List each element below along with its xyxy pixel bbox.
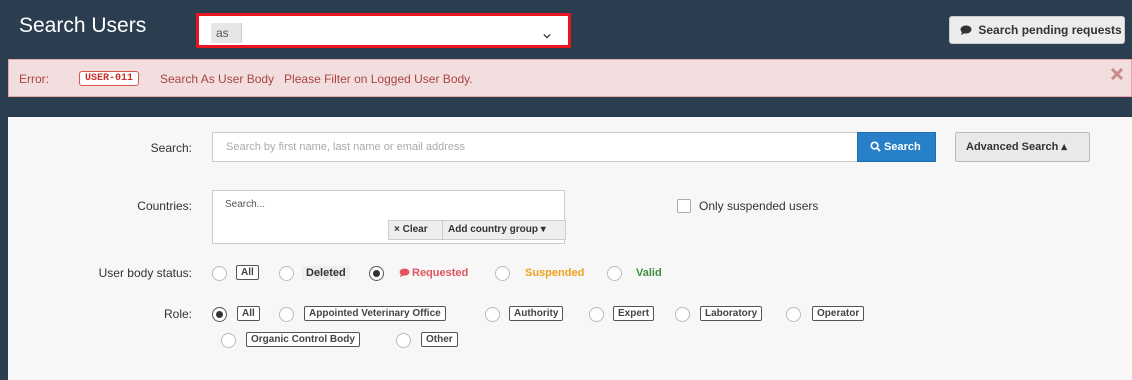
status-valid-tag[interactable]: Valid — [632, 266, 666, 280]
role-avo-radio[interactable] — [279, 307, 294, 322]
advanced-search-button[interactable]: Advanced Search ▴ — [955, 132, 1090, 162]
role-label: Role: — [163, 307, 192, 321]
role-ocb-tag[interactable]: Organic Control Body — [246, 332, 360, 347]
role-operator-tag[interactable]: Operator — [812, 306, 865, 321]
role-expert-tag[interactable]: Expert — [613, 306, 655, 321]
error-alert: Error: USER-011 Search As User Body Plea… — [8, 59, 1132, 97]
search-button-label: Search — [884, 141, 921, 153]
status-all-radio[interactable] — [212, 266, 227, 281]
close-icon[interactable] — [1110, 67, 1124, 81]
status-requested-label: Requested — [412, 267, 469, 279]
role-ocb-radio[interactable] — [221, 333, 236, 348]
role-operator-radio[interactable] — [786, 307, 801, 322]
alert-message: Search As User Body Please Filter on Log… — [160, 72, 473, 86]
role-other-radio[interactable] — [396, 333, 411, 348]
role-authority-radio[interactable] — [485, 307, 500, 322]
clear-countries-button[interactable]: × Clear — [388, 220, 449, 240]
as-prefix-label: as — [211, 23, 242, 43]
error-code-badge: USER-011 — [79, 71, 140, 86]
role-laboratory-radio[interactable] — [675, 307, 690, 322]
countries-label: Countries: — [137, 199, 192, 213]
role-expert-radio[interactable] — [589, 307, 604, 322]
status-requested-radio[interactable] — [369, 266, 384, 281]
chevron-down-icon — [543, 33, 551, 39]
search-pending-requests-button[interactable]: Search pending requests — [949, 16, 1125, 44]
alert-label: Error: — [19, 72, 49, 86]
user-body-status-label: User body status: — [98, 266, 192, 280]
status-all-tag[interactable]: All — [236, 265, 259, 280]
status-deleted-radio[interactable] — [279, 266, 294, 281]
status-valid-radio[interactable] — [607, 266, 622, 281]
role-all-tag[interactable]: All — [237, 306, 260, 321]
countries-selector[interactable]: Search... × Clear Add country group ▾ — [212, 190, 566, 244]
role-laboratory-tag[interactable]: Laboratory — [700, 306, 763, 321]
role-avo-tag[interactable]: Appointed Veterinary Office — [304, 306, 446, 321]
search-button[interactable]: Search — [857, 132, 936, 162]
as-user-dropdown[interactable] — [242, 23, 561, 43]
role-other-tag[interactable]: Other — [421, 332, 458, 347]
status-suspended-tag[interactable]: Suspended — [521, 266, 588, 280]
comment-icon — [399, 268, 410, 277]
role-all-radio[interactable] — [212, 307, 227, 322]
comment-icon — [960, 25, 972, 35]
pending-button-label: Search pending requests — [978, 23, 1122, 37]
status-requested-tag[interactable]: Requested — [395, 266, 472, 280]
as-user-select[interactable]: as — [196, 13, 571, 48]
page-title: Search Users — [19, 14, 147, 37]
only-suspended-label: Only suspended users — [699, 199, 819, 213]
search-input[interactable]: Search by first name, last name or email… — [212, 132, 857, 162]
search-label: Search: — [150, 141, 192, 155]
search-icon — [870, 141, 881, 152]
only-suspended-checkbox[interactable] — [677, 199, 691, 213]
status-deleted-tag[interactable]: Deleted — [302, 266, 350, 280]
countries-search-input[interactable]: Search... — [225, 199, 265, 210]
add-country-group-button[interactable]: Add country group ▾ — [442, 220, 566, 240]
role-authority-tag[interactable]: Authority — [509, 306, 564, 321]
status-suspended-radio[interactable] — [495, 266, 510, 281]
